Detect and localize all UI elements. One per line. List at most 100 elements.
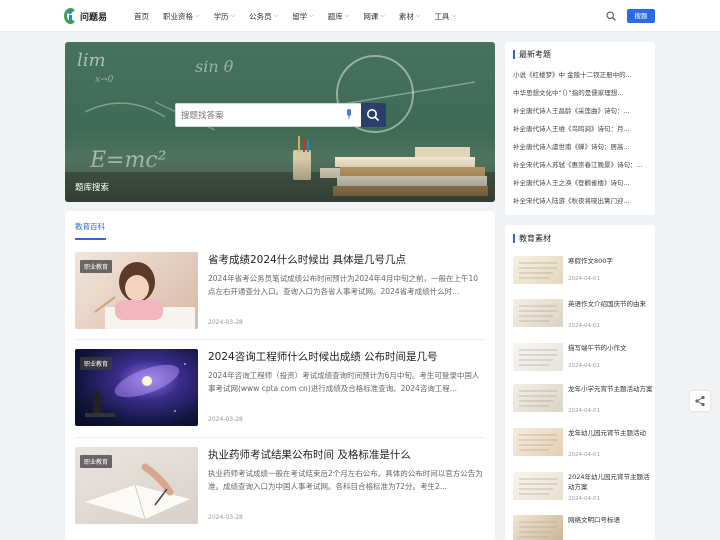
search-input[interactable] xyxy=(181,107,341,124)
material-item[interactable]: 英语作文介绍国庆节的由来 2024-04-01 xyxy=(513,299,653,331)
latest-questions-title: 最新考题 xyxy=(519,50,551,59)
material-title[interactable]: 描写端午节的小作文 xyxy=(568,343,654,353)
material-date: 2024-04-01 xyxy=(568,496,600,502)
article-summary: 2024年省考公务员笔试成绩公布时间预计为2024年4月中旬之前，一般在上午10… xyxy=(208,274,478,296)
material-title[interactable]: 2024年幼儿园元宵节主题活动方案 xyxy=(568,472,654,492)
chevron-down-icon: ⌵ xyxy=(380,12,385,19)
article-item[interactable]: 职业教育 省考成绩2024什么时候出 具体是几号几点 2024年省考公务员笔试成… xyxy=(75,252,485,336)
material-title[interactable]: 寒假作文800字 xyxy=(568,256,654,266)
chalk-text: lim xyxy=(77,50,106,71)
material-item[interactable]: 龙年幼儿园元宵节主题活动 2024-04-01 xyxy=(513,428,653,460)
article-title[interactable]: 省考成绩2024什么时候出 具体是几号几点 xyxy=(208,252,406,267)
material-title[interactable]: 英语作文介绍国庆节的由来 xyxy=(568,299,654,309)
latest-question-item[interactable]: 补全宋代诗人陆游《秋夜将晓出篱门迎... xyxy=(513,195,649,205)
divider xyxy=(75,339,485,340)
material-thumbnail[interactable] xyxy=(513,299,563,327)
nav-item-label: 留学 xyxy=(292,11,308,21)
nav-item-label: 首页 xyxy=(134,11,149,21)
share-icon xyxy=(695,395,705,407)
site-logo[interactable]: 问题易 xyxy=(64,8,107,24)
material-item[interactable]: 网络文明口号标语 xyxy=(513,515,653,540)
microphone-icon[interactable] xyxy=(346,109,352,120)
material-date: 2024-04-01 xyxy=(568,323,600,329)
latest-question-item[interactable]: 补全唐代诗人王维《鸟鸣涧》诗句：月... xyxy=(513,123,649,133)
material-date: 2024-04-01 xyxy=(568,276,600,282)
nav-item-label: 网课 xyxy=(363,11,379,21)
material-thumbnail[interactable] xyxy=(513,472,563,500)
material-thumbnail[interactable] xyxy=(513,515,563,540)
heading-accent-bar xyxy=(513,234,515,243)
article-thumbnail[interactable]: 职业教育 xyxy=(75,349,198,426)
latest-question-item[interactable]: 补全唐代诗人虞世南《蝉》诗句：居高... xyxy=(513,141,649,151)
article-tag: 职业教育 xyxy=(80,357,113,370)
article-item[interactable]: 职业教育 执业药师考试结果公布时间 及格标准是什么 执业药师考试成绩一般在考试结… xyxy=(75,447,485,531)
heading-accent-bar xyxy=(513,50,515,59)
nav-item-label: 学历 xyxy=(213,11,229,21)
login-button[interactable]: 搜题 xyxy=(627,9,655,23)
material-thumbnail[interactable] xyxy=(513,256,563,284)
nav-item-label: 题库 xyxy=(327,11,343,21)
material-item[interactable]: 龙年小学元宵节主题活动方案 2024-04-01 xyxy=(513,384,653,416)
logo-text: 问题易 xyxy=(80,12,108,23)
materials-title: 教育素材 xyxy=(519,234,551,243)
nav-item[interactable]: 留学 ⌵ xyxy=(292,11,314,22)
latest-question-item[interactable]: 补全唐代诗人王昌龄《采莲曲》诗句：... xyxy=(513,105,649,115)
logo-icon xyxy=(64,8,77,24)
nav-item[interactable]: 公务员 ⌵ xyxy=(249,11,278,22)
chevron-down-icon: ⌵ xyxy=(344,12,350,19)
material-thumbnail[interactable] xyxy=(513,428,563,456)
nav-item-label: 工具 xyxy=(434,11,450,21)
chalk-text: x→0 xyxy=(95,75,114,85)
material-item[interactable]: 寒假作文800字 2024-04-01 xyxy=(513,256,653,288)
latest-question-item[interactable]: 中华思想文化中“（）”指的是儒家理想... xyxy=(513,87,649,97)
nav-item[interactable]: 题库 ⌵ xyxy=(328,11,350,22)
materials-heading: 教育素材 xyxy=(513,233,551,244)
material-thumbnail[interactable] xyxy=(513,384,563,412)
nav-item[interactable]: 学历 ⌵ xyxy=(214,11,236,22)
latest-question-item[interactable]: 小说《红楼梦》中 金陵十二钗正册中的... xyxy=(513,69,649,79)
article-title[interactable]: 2024咨询工程师什么时候出成绩 公布时间是几号 xyxy=(208,349,438,364)
article-title[interactable]: 执业药师考试结果公布时间 及格标准是什么 xyxy=(208,447,411,462)
article-summary: 2024年咨询工程师（投资）考试成绩查询时间预计为6月中旬。考生可登录中国人事考… xyxy=(208,371,480,393)
hero-search-box xyxy=(175,103,362,127)
article-thumbnail[interactable]: 职业教育 xyxy=(75,447,198,524)
latest-question-item[interactable]: 补全唐代诗人王之涣《登鹳雀楼》诗句... xyxy=(513,177,649,187)
nav-item[interactable]: 网课 ⌵ xyxy=(363,11,385,22)
chevron-down-icon: ⌵ xyxy=(415,12,421,19)
material-thumbnail[interactable] xyxy=(513,343,563,371)
material-item[interactable]: 描写端午节的小作文 2024-04-01 xyxy=(513,343,653,375)
article-date: 2024-03-28 xyxy=(208,514,243,521)
chevron-down-icon: ⌵ xyxy=(451,12,456,19)
article-item[interactable]: 职业教育 2024咨询工程师什么时候出成绩 公布时间是几号 2024年咨询工程师… xyxy=(75,349,485,433)
nav-item-label: 职业资格 xyxy=(163,11,193,21)
material-item[interactable]: 2024年幼儿园元宵节主题活动方案 2024-04-01 xyxy=(513,472,653,504)
material-date: 2024-04-01 xyxy=(568,408,600,414)
article-summary: 执业药师考试成绩一般在考试结束后2个月左右公布。具体的公布时间以官方公告为准。成… xyxy=(208,469,483,491)
section-title[interactable]: 教育百科 xyxy=(75,221,105,232)
material-title[interactable]: 龙年小学元宵节主题活动方案 xyxy=(568,384,654,394)
search-button[interactable] xyxy=(361,103,386,127)
hero-caption: 题库搜索 xyxy=(75,183,110,193)
search-icon[interactable] xyxy=(606,11,616,21)
latest-question-item[interactable]: 补全宋代诗人苏轼《惠崇春江晚景》诗句：... xyxy=(513,159,649,169)
nav-item[interactable]: 素材 ⌵ xyxy=(399,11,421,22)
chevron-down-icon: ⌵ xyxy=(309,12,314,19)
chevron-down-icon: ⌵ xyxy=(273,12,279,19)
article-date: 2024-03-28 xyxy=(208,416,243,423)
chevron-down-icon: ⌵ xyxy=(195,12,200,19)
top-header: 问题易 首页 职业资格 ⌵ 学历 ⌵ 公务员 ⌵ 留学 ⌵ 题库 ⌵ 网课 ⌵ 素材 ⌵ 工具 ⌵ 搜题 xyxy=(0,0,720,32)
nav-item[interactable]: 工具 ⌵ xyxy=(434,11,456,22)
material-title[interactable]: 网络文明口号标语 xyxy=(568,515,654,525)
latest-questions-heading: 最新考题 xyxy=(513,49,551,60)
article-tag: 职业教育 xyxy=(80,455,113,468)
article-thumbnail[interactable]: 职业教育 xyxy=(75,252,198,329)
material-title[interactable]: 龙年幼儿园元宵节主题活动 xyxy=(568,428,654,438)
nav-item[interactable]: 职业资格 ⌵ xyxy=(163,11,200,22)
nav-item-label: 素材 xyxy=(398,11,414,21)
main-nav: 首页 职业资格 ⌵ 学历 ⌵ 公务员 ⌵ 留学 ⌵ 题库 ⌵ 网课 ⌵ 素材 ⌵ 工具 ⌵ xyxy=(134,0,470,32)
search-icon xyxy=(367,109,380,122)
nav-item[interactable]: 首页 xyxy=(134,11,149,22)
section-underline xyxy=(75,238,106,240)
share-button[interactable] xyxy=(690,391,710,411)
divider xyxy=(75,437,485,438)
